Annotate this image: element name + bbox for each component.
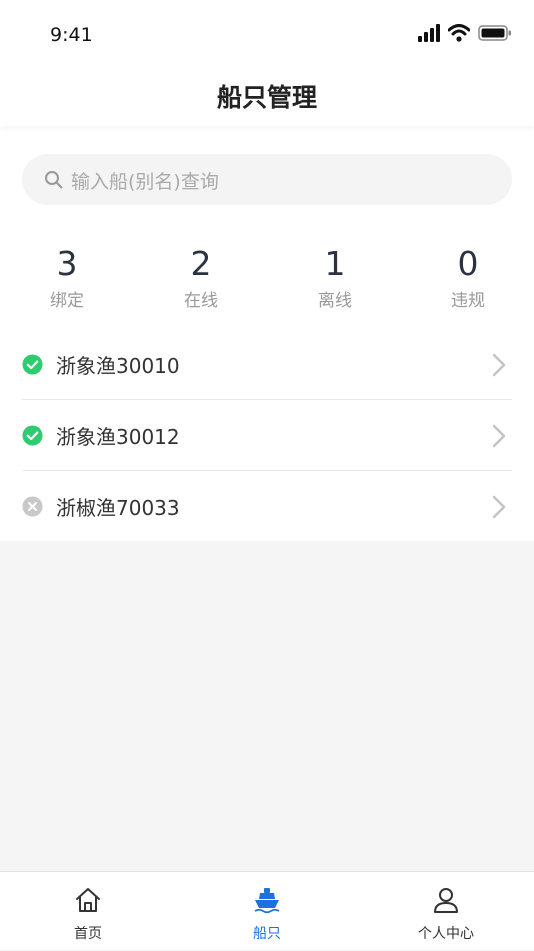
x-circle-icon [22,496,43,517]
tab-ships[interactable]: 船只 [207,872,327,951]
search-icon [45,171,63,189]
stat-label: 绑定 [50,291,84,311]
status-time: 9:41 [50,24,93,46]
ship-name: 浙象渔30010 [56,354,180,378]
search-placeholder: 输入船(别名)查询 [71,171,219,193]
stat-violation[interactable]: 0 违规 [418,244,518,311]
chevron-right-icon [492,353,506,377]
battery-icon [478,25,511,41]
chevron-right-icon [492,495,506,519]
chevron-right-icon [492,424,506,448]
ship-name: 浙象渔30012 [56,425,180,449]
wifi-icon [448,24,470,42]
top-bar: 9:41 船只管理 [0,0,534,126]
tab-label: 个人中心 [418,926,474,942]
stat-online[interactable]: 2 在线 [151,244,251,311]
tab-label: 船只 [253,926,281,942]
check-circle-icon [22,425,43,446]
stat-value: 3 [56,244,78,283]
ship-icon [254,888,280,914]
search-input[interactable]: 输入船(别名)查询 [22,154,512,205]
main-content: 输入船(别名)查询 3 绑定 2 在线 1 离线 0 违规 浙象渔30010 浙… [0,126,534,541]
home-icon [76,888,100,912]
ship-row[interactable]: 浙象渔30012 [22,400,512,471]
stat-value: 1 [324,244,346,283]
tab-label: 首页 [74,926,102,942]
tab-bar: 首页 船只 个人中心 [0,871,534,950]
tab-home[interactable]: 首页 [28,872,148,951]
stats-row: 3 绑定 2 在线 1 离线 0 违规 [0,244,534,314]
ship-row[interactable]: 浙椒渔70033 [22,471,512,542]
stat-value: 0 [457,244,479,283]
stat-label: 在线 [184,291,218,311]
check-circle-icon [22,354,43,375]
stat-label: 违规 [451,291,485,311]
signal-icon [418,24,440,42]
ship-row[interactable]: 浙象渔30010 [22,329,512,400]
stat-label: 离线 [318,291,352,311]
stat-offline[interactable]: 1 离线 [285,244,385,311]
user-icon [434,888,458,913]
page-title: 船只管理 [216,83,317,112]
stat-value: 2 [190,244,212,283]
ship-name: 浙椒渔70033 [56,496,180,520]
tab-profile[interactable]: 个人中心 [386,872,506,951]
stat-bound[interactable]: 3 绑定 [17,244,117,311]
